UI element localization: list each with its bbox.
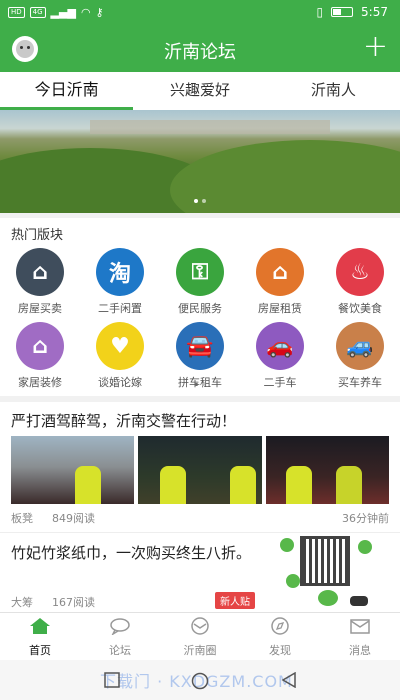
news-title[interactable]: 严打酒驾醉驾，沂南交警在行动！ [11,410,236,431]
section-dining[interactable]: ♨ 餐饮美食 [320,248,400,316]
leaf-decoration [286,574,300,588]
leaf-decoration [318,590,338,606]
forum-icon [110,618,130,636]
news-feed: 严打酒驾醉驾，沂南交警在行动！ 板凳 849阅读 36分钟前 竹妃竹浆纸巾，一次… [0,402,400,612]
news-title[interactable]: 竹妃竹浆纸巾，一次购买终生八折。 [11,542,261,564]
clock: 5:57 [361,5,388,19]
section-label: 房屋买卖 [18,302,62,315]
section-label: 二手闲置 [98,302,142,315]
hd-indicator: HD [8,7,25,18]
app-header: 沂南论坛 + [0,26,400,72]
system-nav-bar: 下载门 · KXDGZM.COM [0,660,400,700]
tab-today[interactable]: 今日沂南 [0,72,134,110]
hot-sections: 热门版块 ⌂ 房屋买卖淘二手闲置 ⚿ 便民服务 ⌂ 房屋租赁 ♨ 餐饮美食 ⌂ 家居装修 ♥ 谈婚论嫁… [0,218,400,396]
news-author[interactable]: 大筹 [11,594,33,610]
officer-figure [160,466,187,504]
scooter-icon [350,596,368,606]
leaf-decoration [358,540,372,554]
home-decor-icon: ⌂ [16,322,64,370]
tab-interests[interactable]: 兴趣爱好 [133,72,266,110]
section-label: 房屋租赁 [258,302,302,315]
hot-sections-title: 热门版块 [11,228,64,243]
hot-sections-grid: ⌂ 房屋买卖淘二手闲置 ⚿ 便民服务 ⌂ 房屋租赁 ♨ 餐饮美食 ⌂ 家居装修 ♥ 谈婚论嫁 🚘 拼车租车… [0,248,400,390]
news-photo[interactable] [138,436,262,504]
grid-pagination [0,371,400,390]
nav-label: 首页 [29,644,51,657]
wedding-icon: ♥ [96,322,144,370]
tab-people[interactable]: 沂南人 [267,72,400,110]
news-views: 167阅读 [52,596,95,609]
banner-dot[interactable] [202,199,206,203]
banner-carousel[interactable] [0,110,400,213]
key-icon: ⚿ [176,248,224,296]
circle-icon [191,617,209,635]
home-system-icon[interactable] [191,672,209,690]
vibrate-icon: ▯ [316,5,324,19]
news-divider [0,532,400,533]
banner-dot[interactable] [194,199,198,203]
status-right: ▯ 5:57 [316,5,388,19]
add-post-button[interactable]: + [363,32,388,62]
back-icon[interactable] [281,672,297,688]
section-taobao[interactable]: 淘二手闲置 [80,248,160,316]
qr-code [300,536,350,586]
banner-city [90,120,330,134]
grid-dot[interactable] [195,383,198,386]
section-house-rent[interactable]: ⌂ 房屋租赁 [240,248,320,316]
home-icon [30,618,50,634]
message-icon [350,619,370,634]
top-tabs: 今日沂南 兴趣爱好 沂南人 [0,72,400,110]
house-rent-icon: ⌂ [256,248,304,296]
grid-dot[interactable] [202,383,205,386]
recent-apps-icon[interactable] [104,672,120,688]
section-label: 餐饮美食 [338,302,382,315]
used-car-icon: 🚗 [256,322,304,370]
nav-label: 发现 [269,644,291,657]
nav-label: 消息 [349,644,371,657]
news-photo[interactable] [265,436,389,504]
house-icon: ⌂ [16,248,64,296]
nav-label: 沂南圈 [183,644,217,657]
officer-figure [285,466,312,504]
officer-figure [335,466,362,504]
news-views: 849阅读 [52,512,95,525]
nav-discover[interactable]: 发现 [240,613,320,660]
discover-icon [271,617,289,635]
network-indicator: 4G [29,7,46,18]
bottom-nav: 首页 论坛 沂南圈 发现 消息 [0,612,400,660]
status-left: HD 4G ▂▄▆ ◠ ⚷ [8,6,104,19]
app-title: 沂南论坛 [164,42,236,63]
key-status-icon: ⚷ [95,6,104,19]
status-bar: HD 4G ▂▄▆ ◠ ⚷ ▯ 5:57 [0,0,400,26]
officer-figure [75,466,101,504]
new-user-badge: 新人贴 [215,592,255,609]
dining-icon: ♨ [336,248,384,296]
wifi-icon: ◠ [80,6,91,19]
battery-icon [331,7,354,17]
news-author[interactable]: 板凳 [11,510,33,526]
nav-circle[interactable]: 沂南圈 [160,613,240,660]
section-house[interactable]: ⌂ 房屋买卖 [0,248,80,316]
officer-figure [230,466,257,504]
news-promo-image[interactable] [280,534,380,610]
section-key[interactable]: ⚿ 便民服务 [160,248,240,316]
news-photo[interactable] [11,436,135,504]
news-thumbnails[interactable] [11,436,389,504]
banner-pagination [0,188,400,207]
signal-icon: ▂▄▆ [50,6,76,19]
news-time: 36分钟前 [342,512,389,525]
nav-home[interactable]: 首页 [0,613,80,660]
nav-forum[interactable]: 论坛 [80,613,160,660]
taobao-icon: 淘 [96,248,144,296]
leaf-decoration [280,538,294,552]
car-care-icon: 🚙 [336,322,384,370]
carpool-icon: 🚘 [176,322,224,370]
nav-label: 论坛 [109,644,131,657]
nav-messages[interactable]: 消息 [320,613,400,660]
section-label: 便民服务 [178,302,222,315]
